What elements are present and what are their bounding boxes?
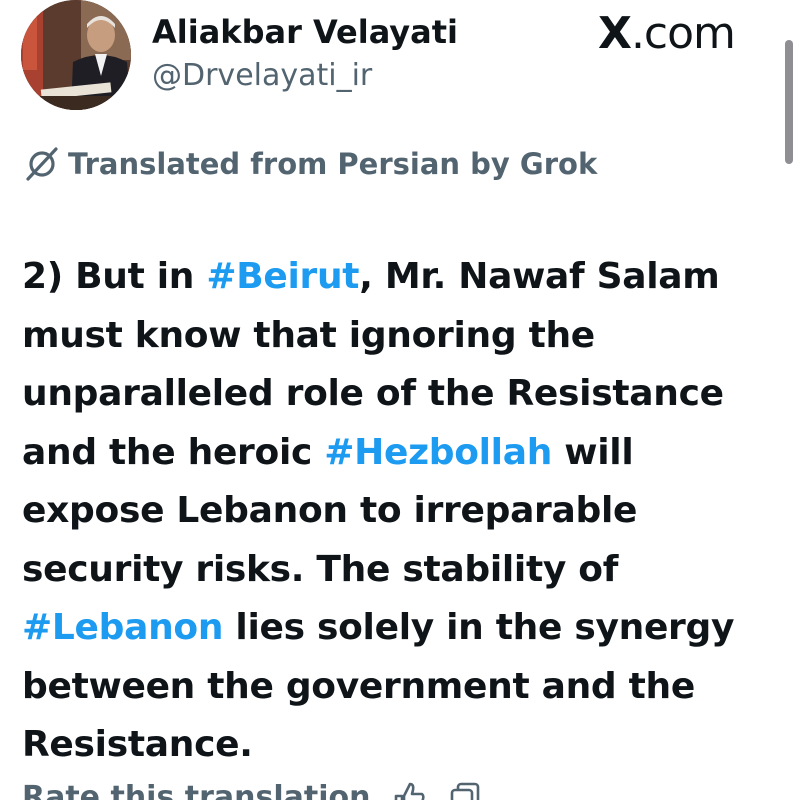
tweet-text-segment: Resistance. [22, 724, 253, 765]
tweet-line: 2) But in #Beirut, Mr. Nawaf Salam [22, 248, 782, 307]
tweet-text-segment: and the heroic [22, 431, 325, 473]
tweet-text-segment: unparalleled role of the Resistance [22, 373, 724, 414]
tweet-text-segment: lies solely in the synergy [223, 607, 735, 648]
hashtag-link[interactable]: #Lebanon [22, 607, 223, 648]
tweet-text-segment: must know that ignoring the [22, 314, 595, 356]
hashtag-link[interactable]: #Hezbollah [324, 432, 552, 473]
x-logo-icon: X [598, 8, 632, 59]
tweet-text-segment: 2) But in [22, 256, 207, 297]
tweet-line: security risks. The stability of [22, 541, 782, 600]
tweet-text-segment: between the government and the [22, 665, 695, 707]
tweet-line: unparalleled role of the Resistance [22, 365, 782, 424]
avatar[interactable] [21, 0, 131, 110]
tweet-line: and the heroic #Hezbollah will [22, 424, 782, 483]
thumbs-up-icon[interactable] [392, 780, 426, 800]
scrollbar[interactable] [785, 40, 793, 164]
tweet-text-segment: , Mr. Nawaf Salam [359, 256, 720, 297]
author-display-name[interactable]: Aliakbar Velayati [152, 13, 458, 51]
tweet-text-segment: expose Lebanon to irreparable [22, 490, 638, 531]
tweet-text-segment: security risks. The stability of [22, 548, 619, 590]
tweet-line: #Lebanon lies solely in the synergy [22, 599, 782, 658]
site-label-domain: .com [630, 8, 736, 59]
translation-rating-row: Rate this translation [22, 780, 482, 800]
copy-icon[interactable] [448, 780, 482, 800]
avatar-photo [21, 0, 131, 110]
tweet-line: Resistance. [22, 716, 782, 775]
grok-icon [22, 147, 62, 181]
tweet-line: expose Lebanon to irreparable [22, 482, 782, 541]
rate-translation-label: Rate this translation [22, 780, 371, 800]
site-label: X.com [598, 8, 736, 59]
author-handle[interactable]: @Drvelayati_ir [152, 58, 372, 93]
translation-notice: Translated from Persian by Grok [22, 146, 597, 182]
tweet-text-segment: will [552, 431, 634, 473]
hashtag-link[interactable]: #Beirut [206, 256, 359, 297]
translation-notice-label: Translated from Persian by Grok [68, 147, 598, 181]
tweet-line: between the government and the [22, 658, 782, 717]
tweet-line: must know that ignoring the [22, 307, 782, 366]
tweet-text: 2) But in #Beirut, Mr. Nawaf Salam must k… [22, 248, 782, 775]
